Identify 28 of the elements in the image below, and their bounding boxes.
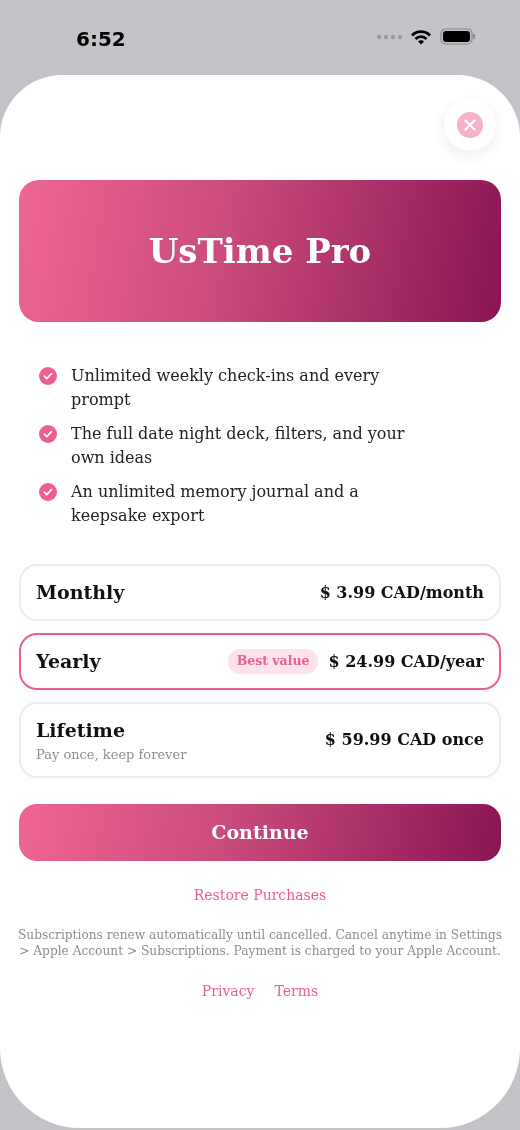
plan-option[interactable]: Lifetime Pay once, keep forever $ 59.99 CAD once [19,702,501,778]
disclaimer-text: Subscriptions renew automatically until cancelled. Cancel anytime in Settings > Apple Account > Subscriptions. Payment is charged to your Apple Account. [17,927,503,959]
footer-link[interactable]: Privacy [201,981,255,1002]
wifi-icon [410,28,432,45]
continue-button[interactable]: Continue [19,804,501,861]
check-icon [39,425,57,443]
signal-icon [376,33,402,40]
best-value-badge: Best value [227,649,319,674]
plan-name: Lifetime [36,718,127,743]
plan-option[interactable]: Monthly $ 3.99 CAD/month [19,564,501,621]
header-title: UsTime Pro [148,230,372,272]
feature-text: Unlimited weekly check-ins and every prompt [71,365,381,411]
footer-link[interactable]: Terms [274,981,319,1002]
close-icon [457,112,483,138]
plan-subtitle: Pay once, keep forever [36,745,187,764]
plan-price: $ 59.99 CAD once [324,729,484,751]
restore-purchases-link[interactable]: Restore Purchases [193,887,327,903]
plan-name: Yearly [36,649,101,675]
check-icon [39,367,57,385]
plan-option[interactable]: Yearly Best value $ 24.99 CAD/year [19,633,501,690]
check-icon [39,483,57,501]
plan-price: $ 3.99 CAD/month [319,581,484,604]
battery-icon [440,28,476,45]
plan-name: Monthly [36,580,125,606]
feature-text: The full date night deck, filters, and your own ideas [71,423,406,469]
status-time: 6:52 [76,26,126,53]
feature-text: An unlimited memory journal and a keepsake export [71,481,360,527]
plan-price: $ 24.99 CAD/year [328,650,484,673]
